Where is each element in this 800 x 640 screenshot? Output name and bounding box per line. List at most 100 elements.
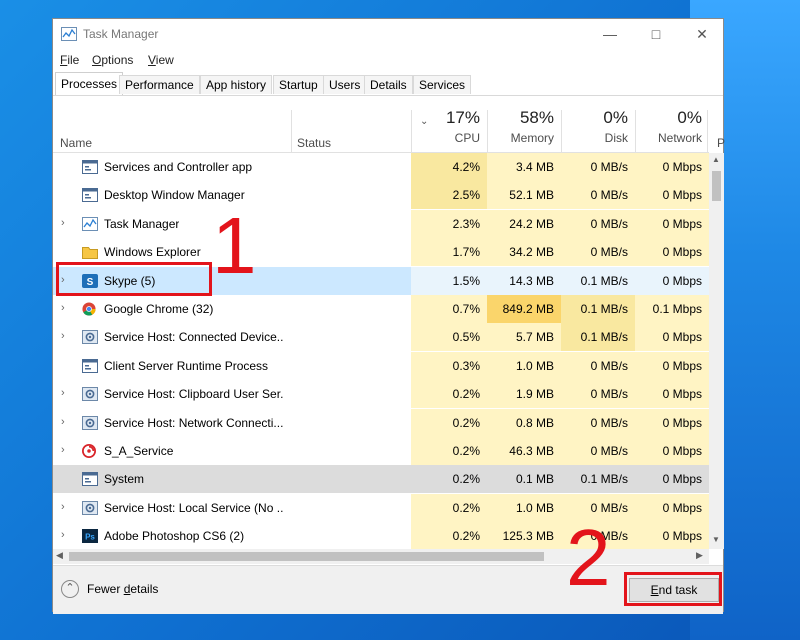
task-manager-icon: [82, 216, 98, 231]
close-button[interactable]: ✕: [679, 19, 725, 49]
vertical-scroll-thumb[interactable]: [712, 171, 721, 201]
gear-icon: [82, 330, 98, 345]
annotation-number-1: 1: [212, 201, 257, 290]
task-manager-window: Task Manager — □ ✕ File Options View Pro…: [52, 18, 725, 614]
fewer-details-link[interactable]: Fewer details: [87, 582, 158, 596]
expand-chevron-icon[interactable]: ›: [61, 444, 65, 456]
expand-chevron-icon[interactable]: ›: [61, 416, 65, 428]
process-row[interactable]: › Service Host: Local Service (No ... 0.2%…: [53, 493, 709, 522]
process-row[interactable]: Client Server Runtime Process 0.3% 1.0 MB 0…: [53, 351, 709, 380]
memory-cell: 0.1 MB: [515, 472, 554, 487]
tab-performance[interactable]: Performance: [119, 75, 200, 94]
memory-cell: 46.3 MB: [487, 437, 561, 465]
gear-icon: [82, 387, 98, 402]
disk-cell: 0.1 MB/s: [561, 323, 635, 352]
annotation-number-2: 2: [566, 513, 611, 602]
tab-startup[interactable]: Startup: [273, 75, 324, 94]
app-window-icon: [82, 160, 98, 174]
process-list: Services and Controller app 4.2% 3.4 MB 0 M…: [53, 153, 709, 549]
tab-processes[interactable]: Processes: [55, 72, 124, 95]
swirl-icon: [82, 444, 98, 458]
disk-cell: 0 MB/s: [561, 153, 635, 181]
process-row[interactable]: System 0.2% 0.1 MB 0.1 MB/s 0 Mbps: [53, 465, 709, 494]
horizontal-scrollbar[interactable]: ◀ ▶: [53, 549, 709, 564]
tab-app-history[interactable]: App history: [200, 75, 273, 94]
process-row[interactable]: › Task Manager 2.3% 24.2 MB 0 MB/s 0 Mbps: [53, 209, 709, 238]
column-disk[interactable]: 0% Disk: [561, 108, 628, 145]
process-name: Task Manager: [104, 216, 180, 231]
process-row[interactable]: › Service Host: Connected Device... 0.5% 5.…: [53, 323, 709, 352]
scroll-left-icon[interactable]: ◀: [56, 550, 63, 561]
memory-cell: 3.4 MB: [487, 153, 561, 181]
disk-cell: 0 MB/s: [561, 238, 635, 267]
menu-options[interactable]: Options: [92, 53, 133, 67]
process-name: System: [104, 472, 145, 487]
column-status[interactable]: Status: [297, 136, 331, 150]
process-name: Client Server Runtime Process: [104, 358, 269, 373]
process-name: S_A_Service: [104, 444, 174, 458]
scroll-up-icon[interactable]: ▲: [712, 155, 720, 164]
process-name: Service Host: Local Service (No ...: [104, 500, 284, 515]
network-cell: 0 Mbps: [635, 181, 709, 210]
process-row[interactable]: Desktop Window Manager 2.5% 52.1 MB 0 MB/s 0…: [53, 181, 709, 210]
gear-icon: [82, 500, 98, 515]
title-bar[interactable]: Task Manager — □ ✕: [53, 19, 723, 49]
network-cell: 0 Mbps: [635, 437, 709, 465]
memory-cell: 24.2 MB: [487, 209, 561, 238]
process-row[interactable]: › Google Chrome (32) 0.7% 849.2 MB 0.1 MB/s 0…: [53, 295, 709, 323]
disk-cell: 0 MB/s: [561, 181, 635, 210]
network-cell: 0 Mbps: [635, 266, 709, 295]
chevron-up-icon[interactable]: ⌃: [61, 580, 79, 598]
minimize-button[interactable]: —: [587, 19, 633, 49]
network-cell: 0 Mbps: [635, 522, 709, 549]
memory-cell: 14.3 MB: [487, 266, 561, 295]
column-power-partial[interactable]: P: [717, 136, 725, 150]
network-cell: 0 Mbps: [635, 408, 709, 437]
process-row[interactable]: › Ps Adobe Photoshop CS6 (2) 0.2% 125.3 MB 0 …: [53, 522, 709, 549]
memory-cell: 1.0 MB: [487, 351, 561, 380]
process-row[interactable]: › S_A_Service 0.2% 46.3 MB 0 MB/s 0 Mbps: [53, 437, 709, 465]
cpu-cell: 2.5%: [411, 181, 487, 210]
process-row[interactable]: › Service Host: Clipboard User Ser... 0.2%…: [53, 380, 709, 409]
column-memory[interactable]: 58% Memory: [487, 108, 554, 145]
column-network[interactable]: 0% Network: [635, 108, 702, 145]
app-window-icon: [82, 472, 98, 487]
process-row[interactable]: Services and Controller app 4.2% 3.4 MB 0 M…: [53, 153, 709, 181]
cpu-cell: 1.7%: [411, 238, 487, 267]
tab-users[interactable]: Users: [323, 75, 367, 94]
disk-cell: 0 MB/s: [561, 437, 635, 465]
tab-strip: Processes Performance App history Startu…: [53, 71, 723, 96]
process-name: Services and Controller app: [104, 160, 253, 174]
process-name: Google Chrome (32): [104, 302, 214, 316]
expand-chevron-icon[interactable]: ›: [61, 529, 65, 541]
expand-chevron-icon[interactable]: ›: [61, 217, 65, 229]
vertical-scrollbar[interactable]: ▲ ▼: [709, 153, 724, 549]
app-window-icon: [82, 358, 98, 373]
cpu-cell: 1.5%: [411, 266, 487, 295]
network-cell: 0 Mbps: [635, 323, 709, 352]
menu-view[interactable]: View: [148, 53, 174, 67]
column-name[interactable]: Name: [60, 136, 92, 150]
svg-text:Ps: Ps: [85, 533, 95, 542]
process-name: Service Host: Clipboard User Ser...: [104, 387, 284, 402]
expand-chevron-icon[interactable]: ›: [61, 501, 65, 513]
app-window-icon: [82, 188, 98, 203]
column-cpu[interactable]: 17% CPU: [411, 108, 480, 145]
disk-cell: 0 MB/s: [561, 380, 635, 409]
process-row[interactable]: › Service Host: Network Connecti... 0.2% 0.…: [53, 408, 709, 437]
cpu-cell: 2.3%: [411, 209, 487, 238]
photoshop-icon: Ps: [82, 529, 98, 544]
scroll-right-icon[interactable]: ▶: [696, 550, 703, 561]
menu-file[interactable]: File: [60, 53, 79, 67]
maximize-button[interactable]: □: [633, 19, 679, 49]
tab-services[interactable]: Services: [413, 75, 472, 94]
expand-chevron-icon[interactable]: ›: [61, 387, 65, 399]
tab-details[interactable]: Details: [364, 75, 413, 94]
expand-chevron-icon[interactable]: ›: [61, 330, 65, 342]
scroll-down-icon[interactable]: ▼: [712, 535, 720, 544]
memory-cell: 849.2 MB: [487, 295, 561, 323]
expand-chevron-icon[interactable]: ›: [61, 302, 65, 314]
horizontal-scroll-thumb[interactable]: [69, 552, 544, 561]
memory-cell: 34.2 MB: [487, 238, 561, 267]
network-cell: 0 Mbps: [635, 153, 709, 181]
